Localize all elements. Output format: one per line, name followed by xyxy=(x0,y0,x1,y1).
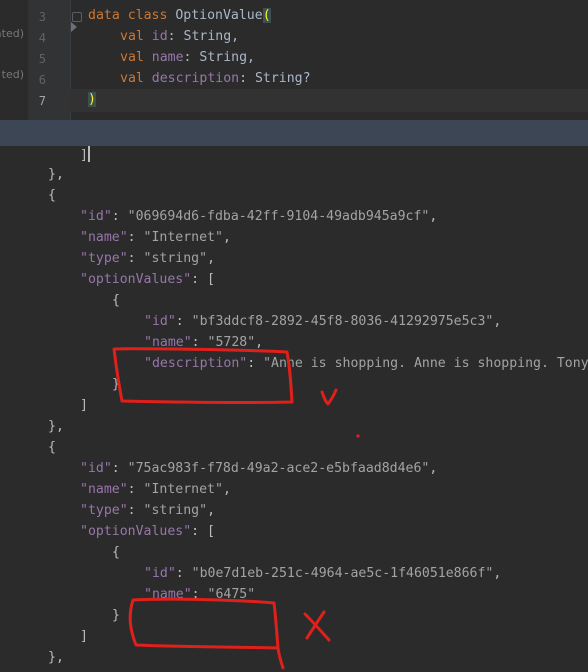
line-number: 6 xyxy=(38,73,46,87)
json-line: "name": "Internet", xyxy=(80,482,231,497)
json-line: ] xyxy=(80,146,90,163)
json-line: { xyxy=(112,545,120,560)
json-line: } xyxy=(112,377,120,392)
json-line: { xyxy=(48,188,56,203)
json-line: "optionValues": [ xyxy=(80,272,215,287)
code-line-7[interactable]: ) xyxy=(88,92,96,107)
run-gutter-icon[interactable] xyxy=(71,22,77,32)
json-line: "id": "75ac983f-f78d-49a2-ace2-e5bfaad8d… xyxy=(80,461,438,476)
json-line: ] xyxy=(80,398,88,413)
side-label: ted) xyxy=(1,68,24,81)
line-number: 4 xyxy=(38,31,46,45)
fold-toggle-icon[interactable] xyxy=(72,12,82,22)
json-line: "name": "5728", xyxy=(144,335,264,350)
json-line: "id": "bf3ddcf8-2892-45f8-8036-41292975e… xyxy=(144,314,502,329)
json-line: "optionValues": [ xyxy=(80,524,215,539)
pane-divider[interactable] xyxy=(0,120,588,146)
json-line: "type": "string", xyxy=(80,251,216,266)
json-line: "name": "6475" xyxy=(144,587,256,602)
json-line: { xyxy=(112,293,120,308)
json-line: "id": "b0e7d1eb-251c-4964-ae5c-1f46051e8… xyxy=(144,566,502,581)
json-line: }, xyxy=(48,167,64,182)
line-gutter: 3 4 5 6 7 xyxy=(28,0,82,120)
side-label: ated) xyxy=(0,27,24,40)
line-number: 3 xyxy=(38,10,46,24)
code-editor-pane[interactable]: ated) ted) 3 4 5 6 7 data class OptionVa… xyxy=(0,0,588,120)
json-line: } xyxy=(112,608,120,623)
code-line-3[interactable]: data class OptionValue( xyxy=(88,8,271,23)
code-line-6[interactable]: val description: String? xyxy=(120,71,311,86)
json-line: }, xyxy=(48,419,64,434)
json-line: "id": "069694d6-fdba-42ff-9104-49adb945a… xyxy=(80,209,438,224)
text-cursor xyxy=(87,146,90,162)
json-line: "name": "Internet", xyxy=(80,230,231,245)
json-line: }, xyxy=(48,650,64,665)
json-line: "description": "Anne is shopping. Anne i… xyxy=(144,356,588,371)
line-number: 7 xyxy=(38,94,46,108)
json-line: "type": "string", xyxy=(80,503,216,518)
json-line: { xyxy=(48,440,56,455)
code-line-5[interactable]: val name: String, xyxy=(120,50,255,65)
side-panel-labels: ated) ted) xyxy=(0,0,28,120)
code-line-4[interactable]: val id: String, xyxy=(120,29,239,44)
json-line: ] xyxy=(80,629,88,644)
current-line-highlight xyxy=(70,89,588,112)
json-response-view[interactable]: ] }, { "id": "069694d6-fdba-42ff-9104-49… xyxy=(0,146,588,672)
line-number: 5 xyxy=(38,52,46,66)
